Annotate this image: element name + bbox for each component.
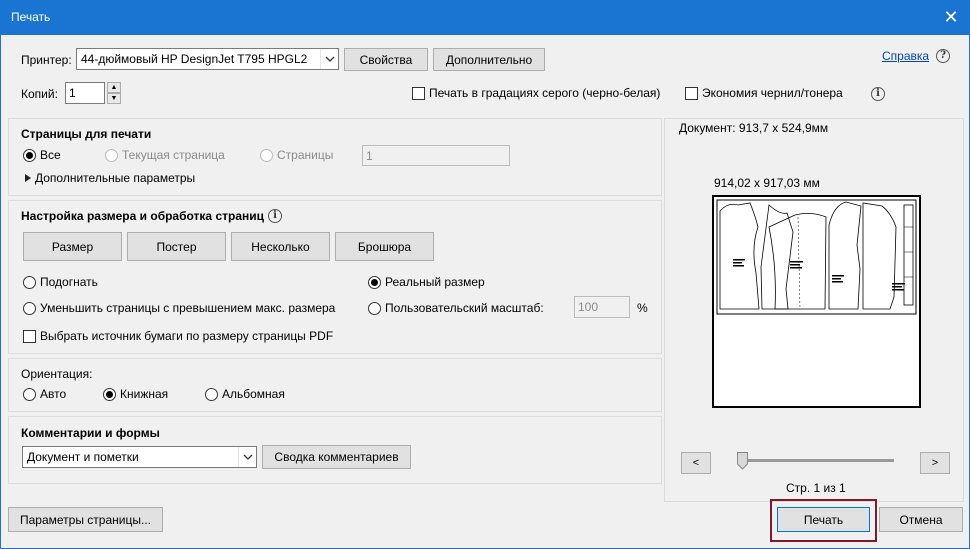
pages-range-radio[interactable]	[260, 148, 273, 162]
page-slider-thumb[interactable]	[737, 452, 748, 470]
pages-range-input[interactable]: 1	[362, 145, 510, 166]
pages-all-radio[interactable]	[23, 148, 36, 162]
print-dialog: Принтер: 44-дюймовый HP DesignJet T795 H…	[0, 35, 970, 549]
pages-all-option[interactable]: Все	[23, 148, 61, 162]
page-slider-track[interactable]	[738, 459, 894, 462]
pages-current-label: Текущая страница	[122, 148, 225, 162]
advanced-button[interactable]: Дополнительно	[433, 48, 545, 71]
chevron-down-icon	[320, 49, 338, 69]
pages-range-value: 1	[366, 148, 373, 163]
grayscale-option[interactable]: Печать в градациях серого (черно-белая)	[412, 86, 660, 100]
orientation-auto-label: Авто	[40, 387, 67, 401]
actual-size-label: Реальный размер	[385, 275, 485, 289]
page-preview	[712, 195, 921, 408]
shrink-label: Уменьшить страницы с превышением макс. р…	[40, 301, 336, 315]
document-size: Документ: 913,7 x 524,9мм	[679, 121, 829, 135]
shrink-option[interactable]: Уменьшить страницы с превышением макс. р…	[23, 301, 335, 315]
next-page-button[interactable]: >	[920, 452, 950, 474]
tab-poster[interactable]: Постер	[127, 232, 226, 261]
comments-select[interactable]: Документ и пометки	[22, 446, 257, 468]
save-ink-option[interactable]: Экономия чернил/тонера	[685, 86, 843, 100]
printer-label: Принтер:	[21, 53, 72, 67]
orientation-landscape-label: Альбомная	[222, 387, 285, 401]
properties-button[interactable]: Свойства	[344, 48, 428, 71]
page-size: 914,02 x 917,03 мм	[714, 176, 820, 190]
actual-size-option[interactable]: Реальный размер	[368, 275, 485, 289]
comments-title: Комментарии и формы	[21, 426, 160, 440]
triangle-right-icon	[25, 171, 31, 185]
page-counter: Стр. 1 из 1	[786, 481, 846, 495]
scale-input[interactable]: 100	[574, 296, 630, 318]
page-setup-button[interactable]: Параметры страницы...	[8, 507, 163, 532]
info-icon[interactable]: i	[871, 87, 885, 101]
pages-range-option[interactable]: Страницы	[260, 148, 333, 162]
close-icon[interactable]: ✕	[940, 6, 962, 28]
pages-all-label: Все	[40, 148, 61, 162]
copies-input[interactable]: 1	[65, 82, 105, 104]
comments-select-value: Документ и пометки	[27, 450, 139, 464]
print-button[interactable]: Печать	[777, 507, 870, 532]
sizing-panel: Настройка размера и обработка страниц i …	[8, 200, 662, 354]
shrink-radio[interactable]	[23, 301, 36, 315]
orientation-portrait-radio[interactable]	[103, 387, 116, 401]
printer-select-value: 44-дюймовый HP DesignJet T795 HPGL2	[81, 52, 308, 66]
orientation-panel: Ориентация: Авто Книжная Альбомная	[8, 358, 662, 412]
info-icon[interactable]: i	[268, 209, 282, 223]
copies-value: 1	[69, 86, 76, 100]
sizing-panel-header: Настройка размера и обработка страниц i	[21, 209, 282, 223]
tab-multiple[interactable]: Несколько	[231, 232, 330, 261]
more-options-label: Дополнительные параметры	[35, 171, 196, 185]
pages-current-radio[interactable]	[105, 148, 118, 162]
paper-source-option[interactable]: Выбрать источник бумаги по размеру стран…	[23, 329, 333, 343]
help-link[interactable]: Справка	[882, 49, 929, 63]
paper-source-label: Выбрать источник бумаги по размеру стран…	[40, 329, 334, 343]
tab-booklet[interactable]: Брошюра	[335, 232, 434, 261]
fit-label: Подогнать	[40, 275, 98, 289]
save-ink-label: Экономия чернил/тонера	[702, 86, 843, 100]
prev-page-button[interactable]: <	[681, 452, 711, 474]
orientation-auto-option[interactable]: Авто	[23, 387, 66, 401]
pages-panel: Страницы для печати Все Текущая страница…	[8, 118, 662, 196]
printer-select[interactable]: 44-дюймовый HP DesignJet T795 HPGL2	[76, 48, 339, 70]
cancel-button[interactable]: Отмена	[879, 507, 963, 532]
pages-current-option[interactable]: Текущая страница	[105, 148, 225, 162]
orientation-landscape-radio[interactable]	[205, 387, 218, 401]
comments-summary-button[interactable]: Сводка комментариев	[262, 445, 411, 469]
preview-panel: Документ: 913,7 x 524,9мм 914,02 x 917,0…	[664, 118, 964, 502]
orientation-portrait-option[interactable]: Книжная	[103, 387, 168, 401]
copies-down-button[interactable]: ▼	[107, 93, 121, 104]
pages-range-label: Страницы	[277, 148, 334, 162]
copies-up-button[interactable]: ▲	[107, 82, 121, 93]
tab-size[interactable]: Размер	[23, 232, 122, 261]
help-icon[interactable]: ?	[936, 49, 950, 63]
actual-size-radio[interactable]	[368, 275, 381, 289]
grayscale-label: Печать в градациях серого (черно-белая)	[429, 86, 661, 100]
paper-source-checkbox[interactable]	[23, 329, 36, 343]
comments-panel: Комментарии и формы Документ и пометки С…	[8, 416, 662, 484]
window-title: Печать	[11, 10, 51, 24]
scale-value: 100	[578, 300, 599, 314]
custom-scale-option[interactable]: Пользовательский масштаб:	[368, 301, 544, 315]
orientation-auto-radio[interactable]	[23, 387, 36, 401]
orientation-title: Ориентация:	[21, 367, 93, 381]
percent-sign: %	[637, 301, 648, 315]
chevron-down-icon	[238, 447, 256, 467]
copies-label: Копий:	[21, 87, 58, 101]
fit-option[interactable]: Подогнать	[23, 275, 98, 289]
orientation-portrait-label: Книжная	[120, 387, 169, 401]
grayscale-checkbox[interactable]	[412, 86, 425, 100]
save-ink-checkbox[interactable]	[685, 86, 698, 100]
more-options-toggle[interactable]: Дополнительные параметры	[25, 171, 195, 185]
pattern-preview-image	[716, 199, 917, 315]
custom-scale-label: Пользовательский масштаб:	[385, 301, 544, 315]
pages-panel-title: Страницы для печати	[21, 127, 152, 141]
custom-scale-radio[interactable]	[368, 301, 381, 315]
sizing-panel-title: Настройка размера и обработка страниц	[21, 209, 264, 223]
fit-radio[interactable]	[23, 275, 36, 289]
title-bar: Печать ✕	[0, 0, 970, 35]
orientation-landscape-option[interactable]: Альбомная	[205, 387, 285, 401]
